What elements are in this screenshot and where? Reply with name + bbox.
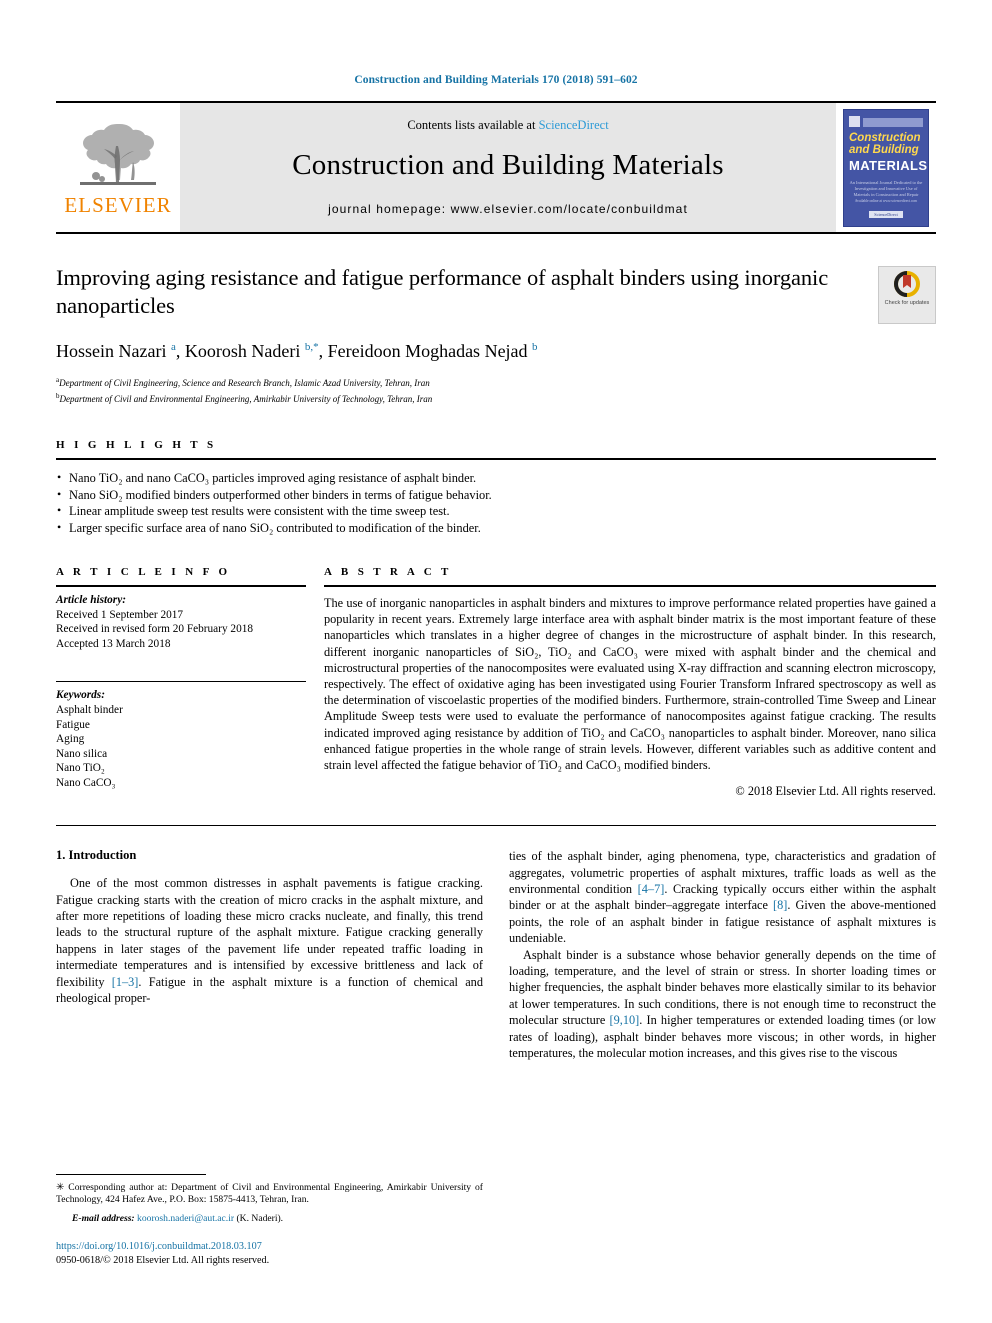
body-separator-rule bbox=[56, 825, 936, 827]
keywords-block: Keywords: Asphalt binder Fatigue Aging N… bbox=[56, 682, 306, 790]
section-heading-introduction: 1. Introduction bbox=[56, 848, 137, 863]
history-item: Accepted 13 March 2018 bbox=[56, 637, 171, 650]
keyword-item: Nano TiO₂ bbox=[56, 762, 105, 775]
cover-title-line2: and Building bbox=[849, 143, 919, 156]
list-item: Nano TiO₂ and nano CaCO₃ particles impro… bbox=[56, 469, 936, 487]
email-label: E-mail address: bbox=[72, 1213, 135, 1224]
cover-sciencedirect-badge: ScienceDirect bbox=[869, 210, 903, 218]
footnote-rule bbox=[56, 1173, 206, 1175]
article-history-block: Article history: Received 1 September 20… bbox=[56, 587, 306, 651]
elsevier-logo: ELSEVIER bbox=[56, 103, 180, 232]
abstract-heading: A B S T R A C T bbox=[324, 566, 452, 578]
cover-topbar bbox=[863, 117, 923, 127]
crossmark-badge[interactable]: Check for updates bbox=[878, 266, 936, 324]
body-column-left: 1. Introduction One of the most common d… bbox=[56, 848, 483, 1061]
email-owner: (K. Naderi). bbox=[236, 1213, 284, 1224]
keyword-item: Asphalt binder bbox=[56, 703, 123, 716]
cover-title-line1: Construction bbox=[849, 131, 921, 144]
elsevier-tree-icon bbox=[80, 123, 156, 185]
intro-paragraph-2: Asphalt binder is a substance whose beha… bbox=[509, 947, 936, 1061]
email-note: E-mail address: koorosh.naderi@aut.ac.ir… bbox=[56, 1213, 483, 1224]
elsevier-wordmark: ELSEVIER bbox=[64, 192, 172, 217]
cover-publisher-badge-icon bbox=[849, 115, 860, 127]
footer-block: https://doi.org/10.1016/j.conbuildmat.20… bbox=[56, 1240, 483, 1267]
running-head: Construction and Building Materials 170 … bbox=[354, 74, 638, 86]
keyword-item: Nano silica bbox=[56, 747, 108, 760]
highlights-heading: H I G H L I G H T S bbox=[56, 439, 217, 451]
list-item: Linear amplitude sweep test results were… bbox=[56, 502, 936, 520]
affiliation-text-b: Department of Civil and Environmental En… bbox=[59, 393, 433, 404]
contents-prefix: Contents lists available at bbox=[407, 117, 539, 132]
keyword-item: Nano CaCO₃ bbox=[56, 776, 116, 789]
sciencedirect-link[interactable]: ScienceDirect bbox=[539, 118, 609, 132]
author-list: Hossein Nazari a, Koorosh Naderi b,*, Fe… bbox=[56, 341, 538, 361]
keywords-label: Keywords: bbox=[56, 689, 105, 702]
crossmark-icon bbox=[894, 271, 920, 297]
keyword-item: Aging bbox=[56, 733, 85, 746]
keyword-item: Fatigue bbox=[56, 718, 90, 731]
history-item: Received 1 September 2017 bbox=[56, 608, 184, 621]
journal-title: Construction and Building Materials bbox=[292, 148, 724, 181]
article-history-label: Article history: bbox=[56, 594, 126, 606]
cover-blurb: An International Journal Dedicated to th… bbox=[849, 179, 923, 197]
doi-link[interactable]: https://doi.org/10.1016/j.conbuildmat.20… bbox=[56, 1240, 483, 1254]
journal-homepage-link[interactable]: journal homepage: www.elsevier.com/locat… bbox=[328, 202, 688, 216]
abstract-copyright: © 2018 Elsevier Ltd. All rights reserved… bbox=[735, 784, 936, 799]
title-block: Improving aging resistance and fatigue p… bbox=[56, 264, 936, 405]
journal-masthead: ELSEVIER Contents lists available at Sci… bbox=[56, 101, 936, 234]
list-item: Larger specific surface area of nano SiO… bbox=[56, 519, 936, 537]
history-item: Received in revised form 20 February 201… bbox=[56, 623, 254, 636]
body-column-right: ties of the asphalt binder, aging phenom… bbox=[509, 848, 936, 1061]
affiliation-b: bDepartment of Civil and Environmental E… bbox=[56, 390, 850, 406]
article-info-column: A R T I C L E I N F O Article history: R… bbox=[56, 566, 324, 799]
highlights-list: Nano TiO₂ and nano CaCO₃ particles impro… bbox=[56, 469, 936, 537]
highlights-rule bbox=[56, 458, 936, 460]
corresponding-author-note: ✳ Corresponding author at: Department of… bbox=[56, 1181, 483, 1206]
journal-cover-image: Construction and Building MATERIALS An I… bbox=[843, 108, 929, 227]
intro-paragraph-1-cont: ties of the asphalt binder, aging phenom… bbox=[509, 849, 937, 946]
affiliation-a: aDepartment of Civil Engineering, Scienc… bbox=[56, 374, 850, 390]
crossmark-label: Check for updates bbox=[884, 300, 930, 306]
cover-footer: Available online at www.sciencedirect.co… bbox=[844, 199, 928, 221]
body-columns: 1. Introduction One of the most common d… bbox=[56, 848, 936, 1061]
highlights-section: H I G H L I G H T S Nano TiO₂ and nano C… bbox=[56, 439, 936, 536]
page-title: Improving aging resistance and fatigue p… bbox=[56, 265, 829, 318]
article-info-heading: A R T I C L E I N F O bbox=[56, 566, 231, 578]
issn-copyright-line: 0950-0618/© 2018 Elsevier Ltd. All right… bbox=[56, 1254, 270, 1266]
paper-page: Construction and Building Materials 170 … bbox=[0, 0, 992, 1323]
intro-paragraph-1: One of the most common distresses in asp… bbox=[56, 876, 483, 1006]
list-item: Nano SiO₂ modified binders outperformed … bbox=[56, 486, 936, 504]
cover-title-line3: MATERIALS bbox=[849, 157, 928, 173]
abstract-column: A B S T R A C T The use of inorganic nan… bbox=[324, 566, 936, 799]
info-abstract-row: A R T I C L E I N F O Article history: R… bbox=[56, 566, 936, 799]
cover-footer-line: Available online at www.sciencedirect.co… bbox=[854, 198, 918, 203]
journal-cover-thumbnail[interactable]: Construction and Building MATERIALS An I… bbox=[836, 103, 936, 232]
abstract-text: The use of inorganic nanoparticles in as… bbox=[324, 596, 936, 773]
journal-band: Contents lists available at ScienceDirec… bbox=[180, 103, 836, 232]
affiliation-text-a: Department of Civil Engineering, Science… bbox=[59, 378, 430, 388]
email-link[interactable]: koorosh.naderi@aut.ac.ir bbox=[137, 1213, 234, 1224]
footnote-area: ✳ Corresponding author at: Department of… bbox=[56, 1173, 483, 1267]
contents-available-line: Contents lists available at ScienceDirec… bbox=[407, 118, 608, 133]
